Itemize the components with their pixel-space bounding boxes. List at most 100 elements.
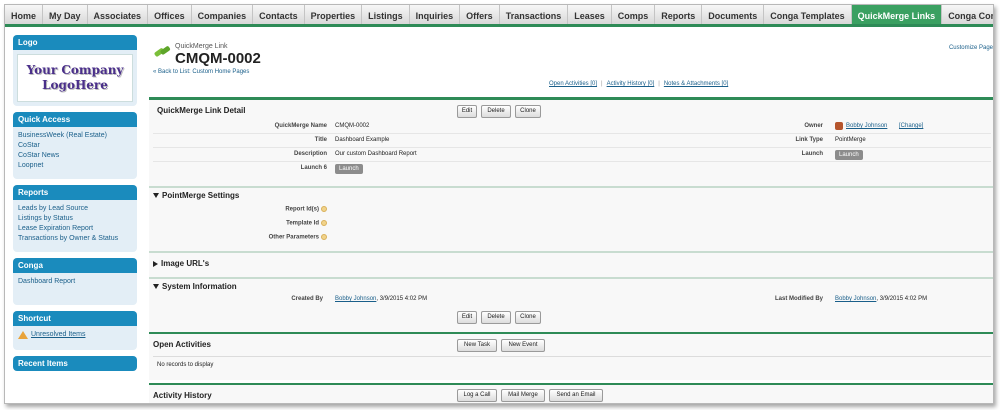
owner-change-link[interactable]: [Change] <box>899 123 923 129</box>
launch-label: Launch <box>801 151 823 157</box>
clone-button[interactable]: Clone <box>515 105 541 118</box>
main-content: QuickMerge Link CMQM-0002 « Back to List… <box>149 35 993 403</box>
edit-button-bottom[interactable]: Edit <box>457 311 477 324</box>
customize-page-link[interactable]: Customize Page <box>949 45 993 51</box>
logo-box: Logo Your Company LogoHere <box>13 35 137 106</box>
recent-items-box: Recent Items <box>13 356 137 371</box>
quick-access-link[interactable]: BusinessWeek (Real Estate) <box>18 131 132 141</box>
tab-my-day[interactable]: My Day <box>43 5 88 24</box>
system-info-header: System Information <box>153 282 237 291</box>
logo-line-1: Your Company <box>26 63 124 77</box>
title-value: Dashboard Example <box>335 137 390 143</box>
help-icon[interactable] <box>321 220 327 226</box>
tab-transactions[interactable]: Transactions <box>500 5 569 24</box>
launch6-label: Launch 6 <box>300 165 327 171</box>
tab-leases[interactable]: Leases <box>568 5 612 24</box>
report-link[interactable]: Listings by Status <box>18 214 132 224</box>
report-link[interactable]: Leads by Lead Source <box>18 204 132 214</box>
conga-box: Conga Dashboard Report <box>13 258 137 305</box>
pointmerge-header: PointMerge Settings <box>153 191 239 200</box>
title-label: Title <box>314 137 327 143</box>
tab-offers[interactable]: Offers <box>460 5 500 24</box>
quick-access-link[interactable]: CoStar <box>18 141 132 151</box>
quick-access-link[interactable]: CoStar News <box>18 151 132 161</box>
activity-history-title: Activity History <box>153 391 212 400</box>
tab-home[interactable]: Home <box>5 5 44 24</box>
collapse-triangle-icon[interactable] <box>153 193 159 199</box>
last-modified-value: Bobby Johnson, 3/9/2015 4:02 PM <box>835 296 928 302</box>
company-logo: Your Company LogoHere <box>17 54 133 102</box>
unresolved-items-link[interactable]: Unresolved Items <box>31 330 85 340</box>
help-icon[interactable] <box>321 206 327 212</box>
tab-reports[interactable]: Reports <box>655 5 703 24</box>
report-ids-label: Report Id(s) <box>209 206 327 213</box>
notes-attachments-link[interactable]: Notes & Attachments [0] <box>664 81 728 87</box>
conga-title: Conga <box>13 258 137 273</box>
edit-button[interactable]: Edit <box>457 105 477 118</box>
launch-button[interactable]: Launch <box>835 150 863 160</box>
new-task-button[interactable]: New Task <box>457 339 497 352</box>
description-label: Description <box>293 151 327 157</box>
no-records-text: No records to display <box>157 362 214 368</box>
image-urls-title: Image URL's <box>161 259 210 268</box>
related-list-links: Open Activities [0] | Activity History [0]… <box>549 81 729 87</box>
pointmerge-section: PointMerge Settings Report Id(s) Templat… <box>149 186 993 254</box>
send-email-button[interactable]: Send an Email <box>549 389 603 402</box>
delete-button[interactable]: Delete <box>481 105 511 118</box>
sidebar: Logo Your Company LogoHere Quick Access B… <box>13 35 137 377</box>
detail-title: QuickMerge Link Detail <box>157 106 246 115</box>
activity-history-panel: Activity History Log a Call Mail Merge S… <box>149 383 993 403</box>
tab-contacts[interactable]: Contacts <box>253 5 305 24</box>
quick-access-title: Quick Access <box>13 112 137 127</box>
tab-companies[interactable]: Companies <box>192 5 254 24</box>
system-info-title: System Information <box>162 282 237 291</box>
tab-listings[interactable]: Listings <box>362 5 410 24</box>
name-label: QuickMerge Name <box>274 123 327 129</box>
launch6-button[interactable]: Launch <box>335 164 363 174</box>
tab-documents[interactable]: Documents <box>702 5 765 24</box>
mail-merge-button[interactable]: Mail Merge <box>501 389 545 402</box>
object-label: QuickMerge Link <box>175 43 228 50</box>
open-activities-link[interactable]: Open Activities [0] <box>549 81 597 87</box>
tab-associates[interactable]: Associates <box>88 5 149 24</box>
report-link[interactable]: Lease Expiration Report <box>18 224 132 234</box>
new-event-button[interactable]: New Event <box>501 339 545 352</box>
last-modified-label: Last Modified By <box>774 296 823 302</box>
activity-history-link[interactable]: Activity History [0] <box>607 81 655 87</box>
open-activities-title: Open Activities <box>153 340 211 349</box>
modified-by-user-link[interactable]: Bobby Johnson <box>835 296 876 302</box>
created-by-user-link[interactable]: Bobby Johnson <box>335 296 376 302</box>
reports-box: Reports Leads by Lead Source Listings by… <box>13 185 137 252</box>
expand-triangle-icon[interactable] <box>153 260 158 267</box>
warning-icon <box>18 331 28 339</box>
owner-link[interactable]: Bobby Johnson <box>846 123 887 129</box>
clone-button-bottom[interactable]: Clone <box>515 311 541 324</box>
quick-access-box: Quick Access BusinessWeek (Real Estate) … <box>13 112 137 179</box>
conga-link[interactable]: Dashboard Report <box>18 277 132 287</box>
back-to-list-link[interactable]: « Back to List: Custom Home Pages <box>153 69 249 75</box>
delete-button-bottom[interactable]: Delete <box>481 311 511 324</box>
tab-conga-conductors[interactable]: Conga Conductors <box>942 5 993 24</box>
tab-properties[interactable]: Properties <box>305 5 363 24</box>
tab-bar: Home My Day Associates Offices Companies Cont… <box>5 5 993 27</box>
tab-conga-templates[interactable]: Conga Templates <box>764 5 852 24</box>
pointmerge-title: PointMerge Settings <box>162 191 240 200</box>
tab-quickmerge-links[interactable]: QuickMerge Links <box>851 5 943 24</box>
collapse-triangle-icon[interactable] <box>153 284 159 290</box>
created-by-label: Created By <box>291 296 323 302</box>
link-type-label: Link Type <box>795 137 823 143</box>
tab-offices[interactable]: Offices <box>148 5 192 24</box>
system-info-section: System Information Created By Bobby John… <box>149 277 993 332</box>
shortcut-box: Shortcut Unresolved Items <box>13 311 137 350</box>
open-activities-panel: Open Activities New Task New Event No re… <box>149 332 993 380</box>
reports-title: Reports <box>13 185 137 200</box>
report-link[interactable]: Transactions by Owner & Status <box>18 234 132 244</box>
log-call-button[interactable]: Log a Call <box>457 389 497 402</box>
quick-access-link[interactable]: Loopnet <box>18 161 132 171</box>
owner-label: Owner <box>804 123 823 129</box>
help-icon[interactable] <box>321 234 327 240</box>
image-urls-section: Image URL's <box>149 251 993 277</box>
tab-comps[interactable]: Comps <box>612 5 656 24</box>
tab-inquiries[interactable]: Inquiries <box>410 5 461 24</box>
link-type-value: PointMerge <box>835 137 866 143</box>
